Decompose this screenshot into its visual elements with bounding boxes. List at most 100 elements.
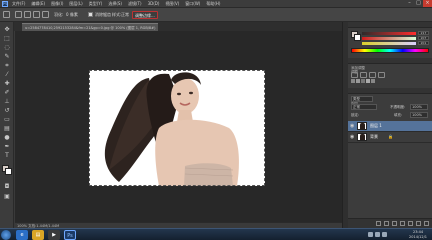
menu-edit[interactable]: 编辑(E) bbox=[31, 1, 45, 7]
menu-window[interactable]: 窗口(W) bbox=[185, 1, 200, 7]
layer-kind-filter[interactable]: 类型 bbox=[351, 96, 373, 102]
minimize-button[interactable]: – bbox=[405, 0, 414, 7]
photoshop-logo-icon: Ps bbox=[2, 1, 8, 7]
antialias-checkbox[interactable] bbox=[88, 12, 93, 17]
link-layers-icon[interactable] bbox=[376, 221, 381, 226]
refine-edge-button[interactable]: 调整边缘... bbox=[132, 11, 158, 19]
menu-help[interactable]: 帮助(H) bbox=[206, 1, 220, 7]
blue-value[interactable]: 201 bbox=[418, 41, 429, 45]
color-spectrum[interactable] bbox=[351, 48, 429, 53]
eraser-icon[interactable]: ▭ bbox=[2, 115, 12, 124]
new-group-icon[interactable] bbox=[408, 221, 413, 226]
canvas-image[interactable] bbox=[89, 70, 265, 186]
subtract-selection-icon[interactable] bbox=[33, 11, 40, 18]
type-icon[interactable]: T bbox=[2, 151, 12, 160]
layer-thumbnail bbox=[357, 133, 367, 141]
style-label: 样式: bbox=[112, 12, 122, 17]
ie-icon[interactable]: e bbox=[16, 230, 28, 240]
curves-icon[interactable] bbox=[369, 72, 376, 78]
lock-label: 锁定: bbox=[351, 113, 360, 117]
menu-select[interactable]: 选择(S) bbox=[108, 1, 122, 7]
options-bar: 羽化: 0 像素 消除锯齿 样式: 正常 调整边缘... bbox=[0, 8, 432, 22]
clock[interactable]: 23:44 2014/12/1 bbox=[409, 230, 427, 240]
brightness-icon[interactable] bbox=[351, 72, 358, 78]
document-tab[interactable]: u=2584778410,2592153284&fm=21&gp=0.jpg @… bbox=[22, 23, 159, 31]
intersect-selection-icon[interactable] bbox=[42, 11, 49, 18]
menu-filter[interactable]: 滤镜(T) bbox=[128, 1, 142, 7]
green-value[interactable]: 207 bbox=[418, 36, 429, 40]
tray-network-icon[interactable] bbox=[368, 232, 373, 237]
move-icon[interactable]: ✥ bbox=[2, 25, 12, 34]
red-slider[interactable] bbox=[362, 32, 416, 35]
adjustments-panel-header[interactable]: 调整 bbox=[348, 58, 432, 74]
stamp-icon[interactable]: ⊥ bbox=[2, 97, 12, 106]
blend-mode-select[interactable]: 正常 bbox=[351, 104, 377, 110]
layer-name[interactable]: 背景 bbox=[370, 134, 378, 140]
exposure-icon[interactable] bbox=[378, 72, 385, 78]
fx-icon[interactable] bbox=[384, 221, 389, 226]
new-layer-icon[interactable] bbox=[416, 221, 421, 226]
maximize-button[interactable]: □ bbox=[414, 0, 423, 7]
menu-type[interactable]: 类型(Y) bbox=[89, 1, 103, 7]
layers-panel-header[interactable]: 图层 bbox=[348, 88, 432, 104]
menu-layer[interactable]: 图层(L) bbox=[69, 1, 82, 7]
blue-slider[interactable] bbox=[362, 42, 416, 45]
layer-row[interactable]: ◉ 背景 🔒 bbox=[348, 132, 432, 143]
media-icon[interactable]: ▶ bbox=[48, 230, 60, 240]
bw-icon[interactable] bbox=[366, 79, 370, 83]
photo-filter-icon[interactable] bbox=[371, 79, 375, 83]
color-balance-icon[interactable] bbox=[361, 79, 365, 83]
quick-mask-icon[interactable]: ◘ bbox=[2, 182, 12, 191]
green-slider[interactable] bbox=[362, 37, 416, 40]
tray-flag-icon[interactable] bbox=[382, 232, 387, 237]
layer-name[interactable]: 图层 1 bbox=[370, 123, 382, 129]
add-selection-icon[interactable] bbox=[24, 11, 31, 18]
menu-file[interactable]: 文件(F) bbox=[12, 1, 25, 7]
marquee-icon[interactable]: ⬚ bbox=[2, 34, 12, 43]
close-button[interactable]: × bbox=[423, 0, 432, 7]
background-color-swatch[interactable] bbox=[5, 168, 12, 175]
tray-volume-icon[interactable] bbox=[375, 232, 380, 237]
lasso-icon[interactable]: ◌ bbox=[2, 43, 12, 52]
new-selection-icon[interactable] bbox=[15, 11, 22, 18]
new-adjustment-icon[interactable] bbox=[400, 221, 405, 226]
lock-icon: 🔒 bbox=[388, 134, 393, 139]
feather-value[interactable]: 0 像素 bbox=[66, 12, 78, 18]
layer-row[interactable]: ◉ 图层 1 bbox=[348, 121, 432, 132]
menu-items: 文件(F) 编辑(E) 图像(I) 图层(L) 类型(Y) 选择(S) 滤镜(T… bbox=[12, 1, 220, 7]
eyedropper-icon[interactable]: ⁄ bbox=[2, 70, 12, 79]
brush-icon[interactable]: ✐ bbox=[2, 88, 12, 97]
start-button[interactable] bbox=[1, 230, 11, 240]
opacity-input[interactable]: 100% bbox=[410, 104, 428, 110]
history-brush-icon[interactable]: ↺ bbox=[2, 106, 12, 115]
visibility-eye-icon[interactable]: ◉ bbox=[350, 124, 354, 129]
levels-icon[interactable] bbox=[360, 72, 367, 78]
red-value[interactable]: 217 bbox=[418, 31, 429, 35]
quick-select-icon[interactable]: ✎ bbox=[2, 52, 12, 61]
photoshop-task-icon[interactable]: Ps bbox=[64, 230, 76, 240]
screen-mode-icon[interactable]: ▣ bbox=[2, 192, 12, 201]
clock-date: 2014/12/1 bbox=[409, 235, 427, 239]
fill-label: 填充: bbox=[394, 113, 403, 117]
mask-icon[interactable] bbox=[392, 221, 397, 226]
hue-sat-icon[interactable] bbox=[356, 79, 360, 83]
canvas-workspace[interactable] bbox=[15, 31, 342, 223]
menu-image[interactable]: 图像(I) bbox=[51, 1, 63, 7]
gradient-icon[interactable]: ▤ bbox=[2, 124, 12, 133]
color-bg-swatch[interactable] bbox=[354, 34, 361, 41]
healing-icon[interactable]: ✚ bbox=[2, 79, 12, 88]
visibility-eye-icon[interactable]: ◉ bbox=[350, 135, 354, 140]
fill-input[interactable]: 100% bbox=[410, 112, 428, 118]
pen-icon[interactable]: ✒ bbox=[2, 142, 12, 151]
color-panel-header[interactable]: 颜色 bbox=[348, 22, 432, 38]
marquee-tool-preset-icon[interactable] bbox=[3, 11, 10, 18]
menu-view[interactable]: 视图(V) bbox=[165, 1, 179, 7]
trash-icon[interactable] bbox=[424, 221, 429, 226]
explorer-icon[interactable]: ▤ bbox=[32, 230, 44, 240]
style-select[interactable]: 正常 bbox=[121, 12, 129, 18]
blur-icon[interactable]: ● bbox=[2, 133, 12, 142]
crop-icon[interactable]: ⌗ bbox=[2, 61, 12, 70]
right-panels: 颜色 217 207 201 调整 添加调整 图层 类型 正常 不透明度: bbox=[348, 22, 432, 228]
vibrance-icon[interactable] bbox=[351, 79, 355, 83]
menu-3d[interactable]: 3D(D) bbox=[148, 1, 160, 7]
